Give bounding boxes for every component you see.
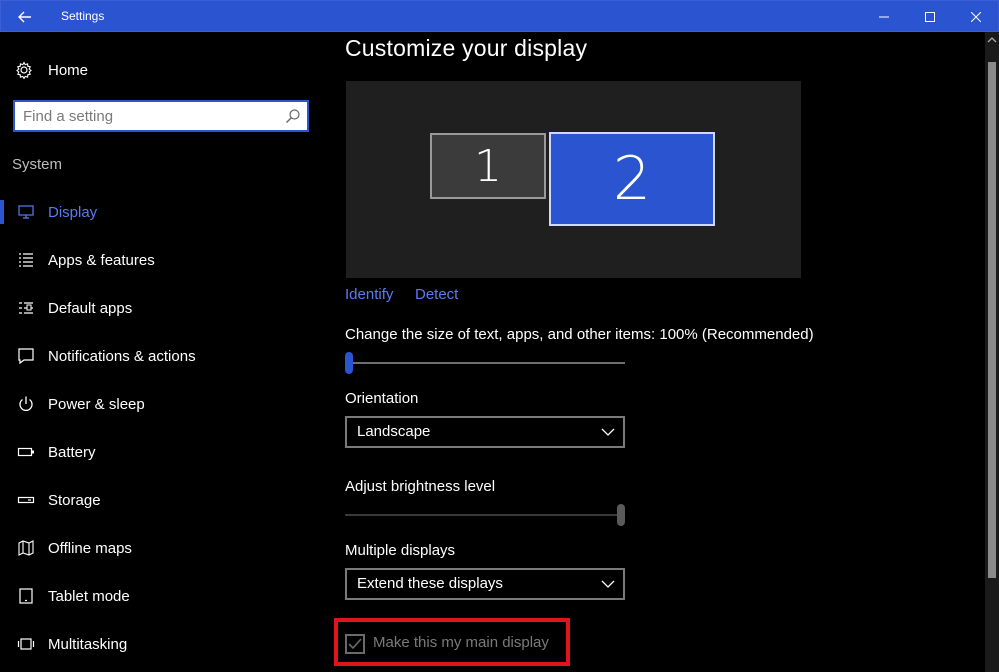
active-indicator bbox=[0, 200, 4, 224]
sidebar-item-apps-features[interactable]: Apps & features bbox=[0, 240, 325, 280]
sidebar-item-storage[interactable]: Storage bbox=[0, 480, 325, 520]
battery-icon bbox=[16, 442, 36, 462]
multiple-displays-dropdown[interactable]: Extend these displays bbox=[345, 568, 625, 600]
nav-home[interactable]: Home bbox=[14, 58, 304, 82]
minimize-icon bbox=[879, 16, 889, 17]
sidebar-item-notifications[interactable]: Notifications & actions bbox=[0, 336, 325, 376]
chevron-down-icon bbox=[601, 428, 615, 436]
minimize-button[interactable] bbox=[861, 1, 907, 32]
monitor-1-tile[interactable]: 1 bbox=[430, 133, 546, 199]
display-arrangement: 1 2 bbox=[346, 81, 801, 278]
scale-label: Change the size of text, apps, and other… bbox=[345, 326, 814, 343]
orientation-dropdown[interactable]: Landscape bbox=[345, 416, 625, 448]
maximize-icon bbox=[925, 11, 935, 22]
sidebar-item-label: Multitasking bbox=[48, 635, 128, 653]
brightness-slider[interactable] bbox=[345, 504, 625, 526]
sidebar-item-tablet-mode[interactable]: Tablet mode bbox=[0, 576, 325, 616]
page-title: Customize your display bbox=[345, 35, 588, 61]
slider-track bbox=[345, 514, 625, 516]
sidebar-item-label: Power & sleep bbox=[48, 395, 145, 413]
sidebar-item-label: Battery bbox=[48, 443, 96, 461]
sidebar-item-label: Offline maps bbox=[48, 539, 132, 557]
apps-list-icon bbox=[16, 250, 36, 270]
default-apps-icon bbox=[16, 298, 36, 318]
monitor-icon bbox=[16, 202, 36, 222]
scale-slider[interactable] bbox=[345, 352, 625, 374]
sidebar-item-label: Notifications & actions bbox=[48, 347, 196, 365]
power-icon bbox=[16, 394, 36, 414]
search-icon bbox=[286, 109, 300, 123]
gear-icon bbox=[14, 60, 34, 80]
multitasking-icon bbox=[16, 634, 36, 654]
highlight-box bbox=[334, 618, 570, 666]
chevron-down-icon bbox=[601, 580, 615, 588]
search-input[interactable] bbox=[23, 106, 281, 126]
multiple-displays-label: Multiple displays bbox=[345, 542, 456, 559]
window-title: Settings bbox=[61, 9, 105, 23]
sidebar-item-label: Apps & features bbox=[48, 251, 155, 269]
back-arrow-icon bbox=[18, 11, 31, 22]
map-icon bbox=[16, 538, 36, 558]
monitor-2-tile[interactable]: 2 bbox=[549, 132, 715, 226]
orientation-value: Landscape bbox=[357, 423, 431, 440]
close-button[interactable] bbox=[953, 1, 999, 32]
back-button[interactable] bbox=[1, 1, 49, 32]
sidebar-item-multitasking[interactable]: Multitasking bbox=[0, 624, 325, 664]
section-label-system: System bbox=[12, 156, 63, 173]
slider-thumb[interactable] bbox=[345, 352, 353, 374]
sidebar-item-label: Display bbox=[48, 203, 98, 221]
main-content: Customize your display 1 2 Identify Dete… bbox=[325, 32, 985, 672]
slider-track bbox=[345, 362, 625, 364]
sidebar-item-display[interactable]: Display bbox=[0, 192, 325, 232]
notification-icon bbox=[16, 346, 36, 366]
scroll-up-arrow-icon[interactable] bbox=[985, 34, 999, 46]
sidebar-item-power-sleep[interactable]: Power & sleep bbox=[0, 384, 325, 424]
scrollbar-thumb[interactable] bbox=[988, 62, 996, 578]
sidebar-item-battery[interactable]: Battery bbox=[0, 432, 325, 472]
slider-thumb[interactable] bbox=[617, 504, 625, 526]
sidebar-item-label: Storage bbox=[48, 491, 101, 509]
sidebar: Home System Display Apps & features Defa… bbox=[0, 32, 325, 672]
orientation-label: Orientation bbox=[345, 390, 419, 407]
close-icon bbox=[971, 11, 981, 22]
sidebar-item-default-apps[interactable]: Default apps bbox=[0, 288, 325, 328]
maximize-button[interactable] bbox=[907, 1, 953, 32]
tablet-icon bbox=[16, 586, 36, 606]
sidebar-item-offline-maps[interactable]: Offline maps bbox=[0, 528, 325, 568]
sidebar-item-label: Tablet mode bbox=[48, 587, 130, 605]
search-box[interactable] bbox=[13, 100, 309, 132]
identify-link[interactable]: Identify bbox=[345, 286, 393, 303]
scrollbar[interactable] bbox=[985, 32, 999, 672]
multiple-displays-value: Extend these displays bbox=[357, 575, 503, 592]
title-bar: Settings bbox=[0, 0, 999, 32]
home-label: Home bbox=[48, 61, 89, 79]
sidebar-item-label: Default apps bbox=[48, 299, 133, 317]
detect-link[interactable]: Detect bbox=[415, 286, 458, 303]
brightness-label: Adjust brightness level bbox=[345, 478, 496, 495]
storage-icon bbox=[16, 490, 36, 510]
